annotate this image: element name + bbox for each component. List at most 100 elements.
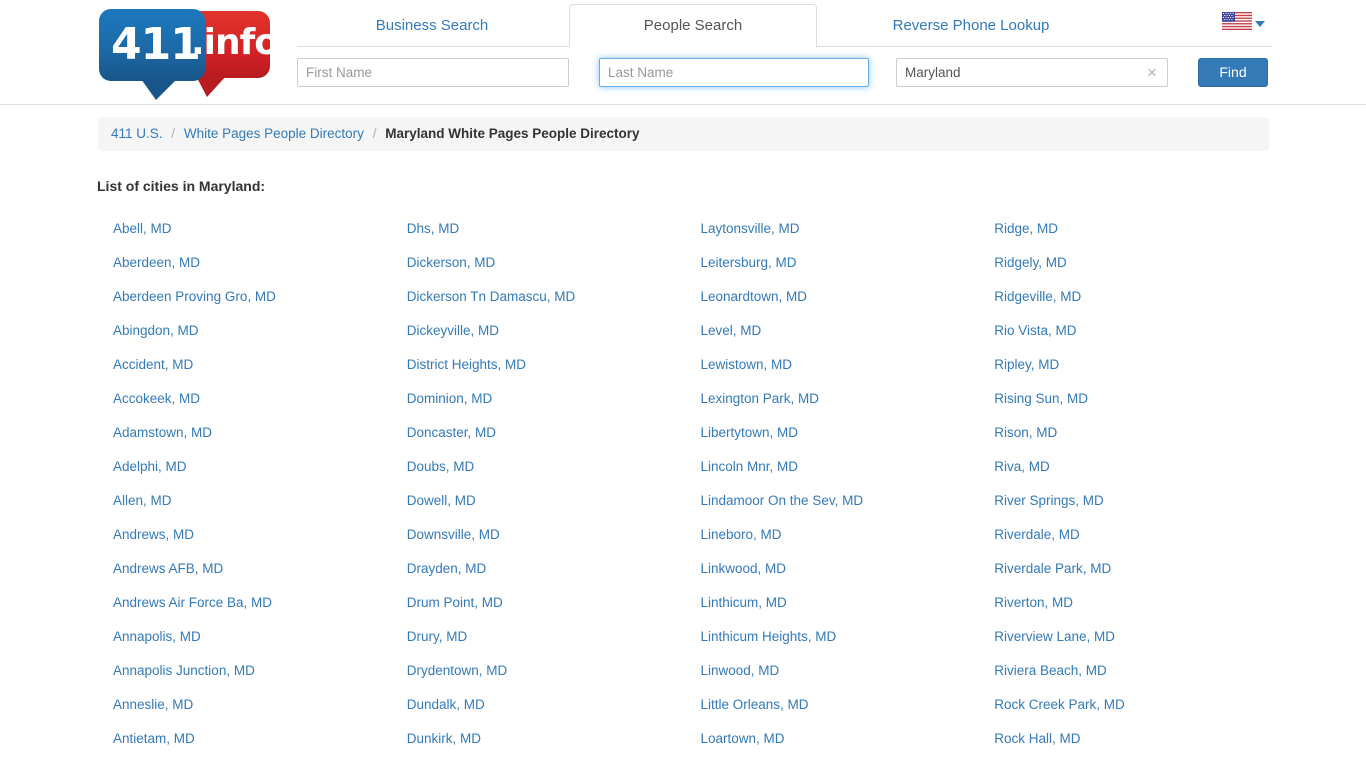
city-link[interactable]: Rock Creek Park, MD xyxy=(994,697,1125,712)
city-link[interactable]: Abell, MD xyxy=(113,221,172,236)
list-item: Drayden, MD xyxy=(391,552,685,586)
city-link[interactable]: Laytonsville, MD xyxy=(701,221,800,236)
city-link[interactable]: Lexington Park, MD xyxy=(701,391,820,406)
city-link[interactable]: Dickerson Tn Damascu, MD xyxy=(407,289,576,304)
city-link[interactable]: Dominion, MD xyxy=(407,391,493,406)
list-item: Little Orleans, MD xyxy=(685,688,979,722)
city-link[interactable]: Linwood, MD xyxy=(701,663,780,678)
city-link[interactable]: Annapolis Junction, MD xyxy=(113,663,255,678)
city-link[interactable]: Andrews Air Force Ba, MD xyxy=(113,595,272,610)
city-link[interactable]: Drury, MD xyxy=(407,629,468,644)
city-link[interactable]: Dickeyville, MD xyxy=(407,323,499,338)
city-link[interactable]: Riverton, MD xyxy=(994,595,1073,610)
find-button[interactable]: Find xyxy=(1198,58,1268,87)
list-item: Rising Sun, MD xyxy=(978,382,1272,416)
city-link[interactable]: Annapolis, MD xyxy=(113,629,201,644)
list-item: River Springs, MD xyxy=(978,484,1272,518)
list-item: Drury, MD xyxy=(391,620,685,654)
list-item: Aberdeen, MD xyxy=(97,246,391,280)
breadcrumb-item-white-pages-directory[interactable]: White Pages People Directory xyxy=(184,126,364,141)
breadcrumb-separator: / xyxy=(171,126,176,141)
city-link[interactable]: Ripley, MD xyxy=(994,357,1059,372)
country-selector[interactable] xyxy=(1222,12,1268,36)
city-link[interactable]: Drayden, MD xyxy=(407,561,487,576)
site-header: 411 .info Business Search People Search … xyxy=(0,0,1366,105)
city-link[interactable]: Downsville, MD xyxy=(407,527,500,542)
city-link[interactable]: Abingdon, MD xyxy=(113,323,199,338)
city-link[interactable]: Adelphi, MD xyxy=(113,459,187,474)
city-link[interactable]: Rio Vista, MD xyxy=(994,323,1076,338)
city-link[interactable]: Adamstown, MD xyxy=(113,425,212,440)
city-link[interactable]: Antietam, MD xyxy=(113,731,195,746)
city-link[interactable]: Dhs, MD xyxy=(407,221,460,236)
city-link[interactable]: Accident, MD xyxy=(113,357,193,372)
list-item: Level, MD xyxy=(685,314,979,348)
list-item: Riva, MD xyxy=(978,450,1272,484)
site-logo[interactable]: 411 .info xyxy=(99,9,279,100)
city-link[interactable]: Anneslie, MD xyxy=(113,697,193,712)
last-name-input[interactable] xyxy=(599,58,869,87)
city-link[interactable]: Riviera Beach, MD xyxy=(994,663,1107,678)
list-item: Dhs, MD xyxy=(391,212,685,246)
city-link[interactable]: Andrews AFB, MD xyxy=(113,561,223,576)
city-link[interactable]: Ridgely, MD xyxy=(994,255,1067,270)
list-item: Ridge, MD xyxy=(978,212,1272,246)
list-item: Doncaster, MD xyxy=(391,416,685,450)
list-item: Lewistown, MD xyxy=(685,348,979,382)
breadcrumb-item-411-us[interactable]: 411 U.S. xyxy=(111,126,163,141)
city-link[interactable]: Ridgeville, MD xyxy=(994,289,1081,304)
city-link[interactable]: Accokeek, MD xyxy=(113,391,200,406)
city-link[interactable]: Aberdeen, MD xyxy=(113,255,200,270)
tab-reverse-phone-lookup[interactable]: Reverse Phone Lookup xyxy=(821,4,1121,47)
first-name-input[interactable] xyxy=(297,58,569,87)
city-link[interactable]: Andrews, MD xyxy=(113,527,194,542)
list-item: Rock Hall, MD xyxy=(978,722,1272,756)
city-link[interactable]: Riva, MD xyxy=(994,459,1050,474)
city-link[interactable]: Loartown, MD xyxy=(701,731,785,746)
city-link[interactable]: Dunkirk, MD xyxy=(407,731,481,746)
list-item: Annapolis, MD xyxy=(97,620,391,654)
clear-location-icon[interactable]: × xyxy=(1142,62,1162,83)
city-link[interactable]: Linkwood, MD xyxy=(701,561,787,576)
city-link[interactable]: Leonardtown, MD xyxy=(701,289,808,304)
city-link[interactable]: Linthicum, MD xyxy=(701,595,787,610)
list-item: Ridgely, MD xyxy=(978,246,1272,280)
city-link[interactable]: Rison, MD xyxy=(994,425,1057,440)
tab-business-search[interactable]: Business Search xyxy=(297,4,567,47)
city-link[interactable]: District Heights, MD xyxy=(407,357,526,372)
city-link[interactable]: Lincoln Mnr, MD xyxy=(701,459,799,474)
city-link[interactable]: Riverdale, MD xyxy=(994,527,1080,542)
city-link[interactable]: Drydentown, MD xyxy=(407,663,508,678)
city-link[interactable]: Little Orleans, MD xyxy=(701,697,809,712)
city-link[interactable]: Dowell, MD xyxy=(407,493,476,508)
location-input[interactable] xyxy=(896,58,1168,87)
city-link[interactable]: Libertytown, MD xyxy=(701,425,799,440)
tab-people-search[interactable]: People Search xyxy=(569,4,817,48)
city-link[interactable]: Rock Hall, MD xyxy=(994,731,1080,746)
city-link[interactable]: Doncaster, MD xyxy=(407,425,496,440)
city-link[interactable]: Level, MD xyxy=(701,323,762,338)
city-link[interactable]: River Springs, MD xyxy=(994,493,1104,508)
city-link[interactable]: Drum Point, MD xyxy=(407,595,503,610)
list-item: Linkwood, MD xyxy=(685,552,979,586)
list-item: Dundalk, MD xyxy=(391,688,685,722)
city-link[interactable]: Aberdeen Proving Gro, MD xyxy=(113,289,276,304)
list-item: Rio Vista, MD xyxy=(978,314,1272,348)
city-link[interactable]: Rising Sun, MD xyxy=(994,391,1088,406)
city-link[interactable]: Riverdale Park, MD xyxy=(994,561,1111,576)
city-link[interactable]: Doubs, MD xyxy=(407,459,475,474)
city-link[interactable]: Lindamoor On the Sev, MD xyxy=(701,493,864,508)
city-link[interactable]: Leitersburg, MD xyxy=(701,255,797,270)
list-item: Leonardtown, MD xyxy=(685,280,979,314)
city-link[interactable]: Dundalk, MD xyxy=(407,697,485,712)
city-link[interactable]: Allen, MD xyxy=(113,493,172,508)
city-column-2: Dhs, MD Dickerson, MD Dickerson Tn Damascu… xyxy=(391,212,685,756)
city-link[interactable]: Lineboro, MD xyxy=(701,527,782,542)
chevron-down-icon[interactable] xyxy=(1255,21,1265,27)
city-link[interactable]: Dickerson, MD xyxy=(407,255,496,270)
list-item: Andrews AFB, MD xyxy=(97,552,391,586)
city-link[interactable]: Ridge, MD xyxy=(994,221,1058,236)
city-link[interactable]: Linthicum Heights, MD xyxy=(701,629,837,644)
city-link[interactable]: Riverview Lane, MD xyxy=(994,629,1115,644)
city-link[interactable]: Lewistown, MD xyxy=(701,357,793,372)
